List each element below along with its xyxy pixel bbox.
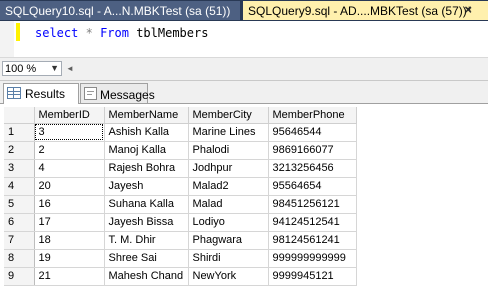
cell-member-phone[interactable]: 98124561241 [268, 231, 357, 250]
table-row[interactable]: 9 21 Mahesh Chand NewYork 9999945121 [4, 267, 357, 286]
cell-member-phone[interactable]: 98451256121 [268, 195, 357, 214]
row-number[interactable]: 4 [4, 177, 35, 196]
table-row[interactable]: 2 2 Manoj Kalla Phalodi 9869166077 [4, 141, 357, 160]
row-number[interactable]: 1 [4, 123, 35, 142]
row-number[interactable]: 5 [4, 195, 35, 214]
tab-sqlquery10[interactable]: SQLQuery10.sql - A...N.MBKTest (sa (51)) [0, 1, 240, 20]
row-number[interactable]: 6 [4, 213, 35, 232]
cell-member-city[interactable]: Phagwara [188, 231, 269, 250]
grid-icon [7, 87, 21, 99]
query-editor[interactable]: select * From tblMembers [0, 21, 488, 58]
cell-member-name[interactable]: Suhana Kalla [104, 195, 189, 214]
cell-member-phone[interactable]: 94124512541 [268, 213, 357, 232]
cell-member-phone[interactable]: 9999945121 [268, 267, 357, 286]
column-header[interactable]: MemberCity [188, 107, 269, 124]
message-icon [84, 87, 97, 100]
sql-table-name: tblMembers [136, 26, 209, 40]
zoom-bar: 100 % ▼ ◄ [0, 58, 488, 81]
cell-member-id[interactable]: 2 [34, 141, 105, 160]
corner-cell[interactable] [4, 107, 35, 124]
cell-member-name[interactable]: Jayesh Bissa [104, 213, 189, 232]
chevron-down-icon: ▼ [50, 63, 59, 73]
change-indicator [16, 23, 20, 41]
cell-member-city[interactable]: Malad2 [188, 177, 269, 196]
results-tab-bar: Results Messages [0, 81, 488, 104]
table-row[interactable]: 7 18 T. M. Dhir Phagwara 98124561241 [4, 231, 357, 250]
tab-results[interactable]: Results [3, 83, 79, 104]
cell-member-city[interactable]: NewYork [188, 267, 269, 286]
column-header[interactable]: MemberPhone [268, 107, 357, 124]
sql-keyword: From [100, 26, 129, 40]
cell-member-name[interactable]: Shree Sai [104, 249, 189, 268]
cell-member-name[interactable]: Ashish Kalla [104, 123, 189, 142]
tab-messages[interactable]: Messages [80, 83, 155, 103]
cell-member-phone[interactable]: 3213256456 [268, 159, 357, 178]
row-number[interactable]: 8 [4, 249, 35, 268]
zoom-dropdown[interactable]: 100 % ▼ [2, 61, 62, 76]
tab-label: SQLQuery10.sql - A...N.MBKTest (sa (51)) [5, 4, 231, 18]
column-header[interactable]: MemberName [104, 107, 189, 124]
cell-member-id[interactable]: 21 [34, 267, 105, 286]
cell-member-city[interactable]: Jodhpur [188, 159, 269, 178]
sql-star: * [85, 26, 93, 40]
query-text[interactable]: select * From tblMembers [35, 26, 208, 40]
sql-keyword: select [35, 26, 79, 40]
tab-sqlquery9[interactable]: SQLQuery9.sql - AD....MBKTest (sa (57))*… [243, 1, 488, 20]
cell-member-id[interactable]: 18 [34, 231, 105, 250]
row-number[interactable]: 3 [4, 159, 35, 178]
cell-member-phone[interactable]: 9869166077 [268, 141, 357, 160]
cell-member-phone[interactable]: 95564654 [268, 177, 357, 196]
cell-member-name[interactable]: Mahesh Chand [104, 267, 189, 286]
cell-member-id[interactable]: 19 [34, 249, 105, 268]
row-number[interactable]: 7 [4, 231, 35, 250]
cell-member-phone[interactable]: 95646544 [268, 123, 357, 142]
cell-member-city[interactable]: Malad [188, 195, 269, 214]
cell-member-phone[interactable]: 999999999999 [268, 249, 357, 268]
table-row[interactable]: 1 3 Ashish Kalla Marine Lines 95646544 [4, 123, 357, 142]
cell-member-city[interactable]: Lodiyo [188, 213, 269, 232]
table-row[interactable]: 6 17 Jayesh Bissa Lodiyo 94124512541 [4, 213, 357, 232]
tab-messages-label: Messages [100, 88, 155, 102]
cell-member-name[interactable]: Rajesh Bohra [104, 159, 189, 178]
results-grid[interactable]: MemberID MemberName MemberCity MemberPho… [4, 107, 357, 286]
cell-member-id[interactable]: 20 [34, 177, 105, 196]
cell-member-id[interactable]: 16 [34, 195, 105, 214]
cell-member-city[interactable]: Marine Lines [188, 123, 269, 142]
cell-member-city[interactable]: Phalodi [188, 141, 269, 160]
row-number[interactable]: 9 [4, 267, 35, 286]
zoom-value: 100 % [5, 63, 37, 75]
row-number[interactable]: 2 [4, 141, 35, 160]
cell-member-city[interactable]: Shirdi [188, 249, 269, 268]
cell-member-name[interactable]: Jayesh [104, 177, 189, 196]
cell-member-id[interactable]: 17 [34, 213, 105, 232]
tab-results-label: Results [25, 87, 66, 101]
column-header[interactable]: MemberID [34, 107, 105, 124]
scroll-left-icon[interactable]: ◄ [66, 64, 74, 73]
document-tab-bar: SQLQuery10.sql - A...N.MBKTest (sa (51))… [0, 0, 488, 21]
grid-header-row: MemberID MemberName MemberCity MemberPho… [4, 107, 357, 124]
table-row[interactable]: 5 16 Suhana Kalla Malad 98451256121 [4, 195, 357, 214]
cell-member-name[interactable]: T. M. Dhir [104, 231, 189, 250]
tab-label: SQLQuery9.sql - AD....MBKTest (sa (57))* [248, 4, 472, 18]
cell-member-id[interactable]: 4 [34, 159, 105, 178]
close-icon[interactable]: × [464, 2, 472, 17]
cell-member-id[interactable]: 3 [34, 123, 105, 142]
table-row[interactable]: 3 4 Rajesh Bohra Jodhpur 3213256456 [4, 159, 357, 178]
editor-margin [0, 21, 14, 57]
cell-member-name[interactable]: Manoj Kalla [104, 141, 189, 160]
table-row[interactable]: 8 19 Shree Sai Shirdi 999999999999 [4, 249, 357, 268]
table-row[interactable]: 4 20 Jayesh Malad2 95564654 [4, 177, 357, 196]
